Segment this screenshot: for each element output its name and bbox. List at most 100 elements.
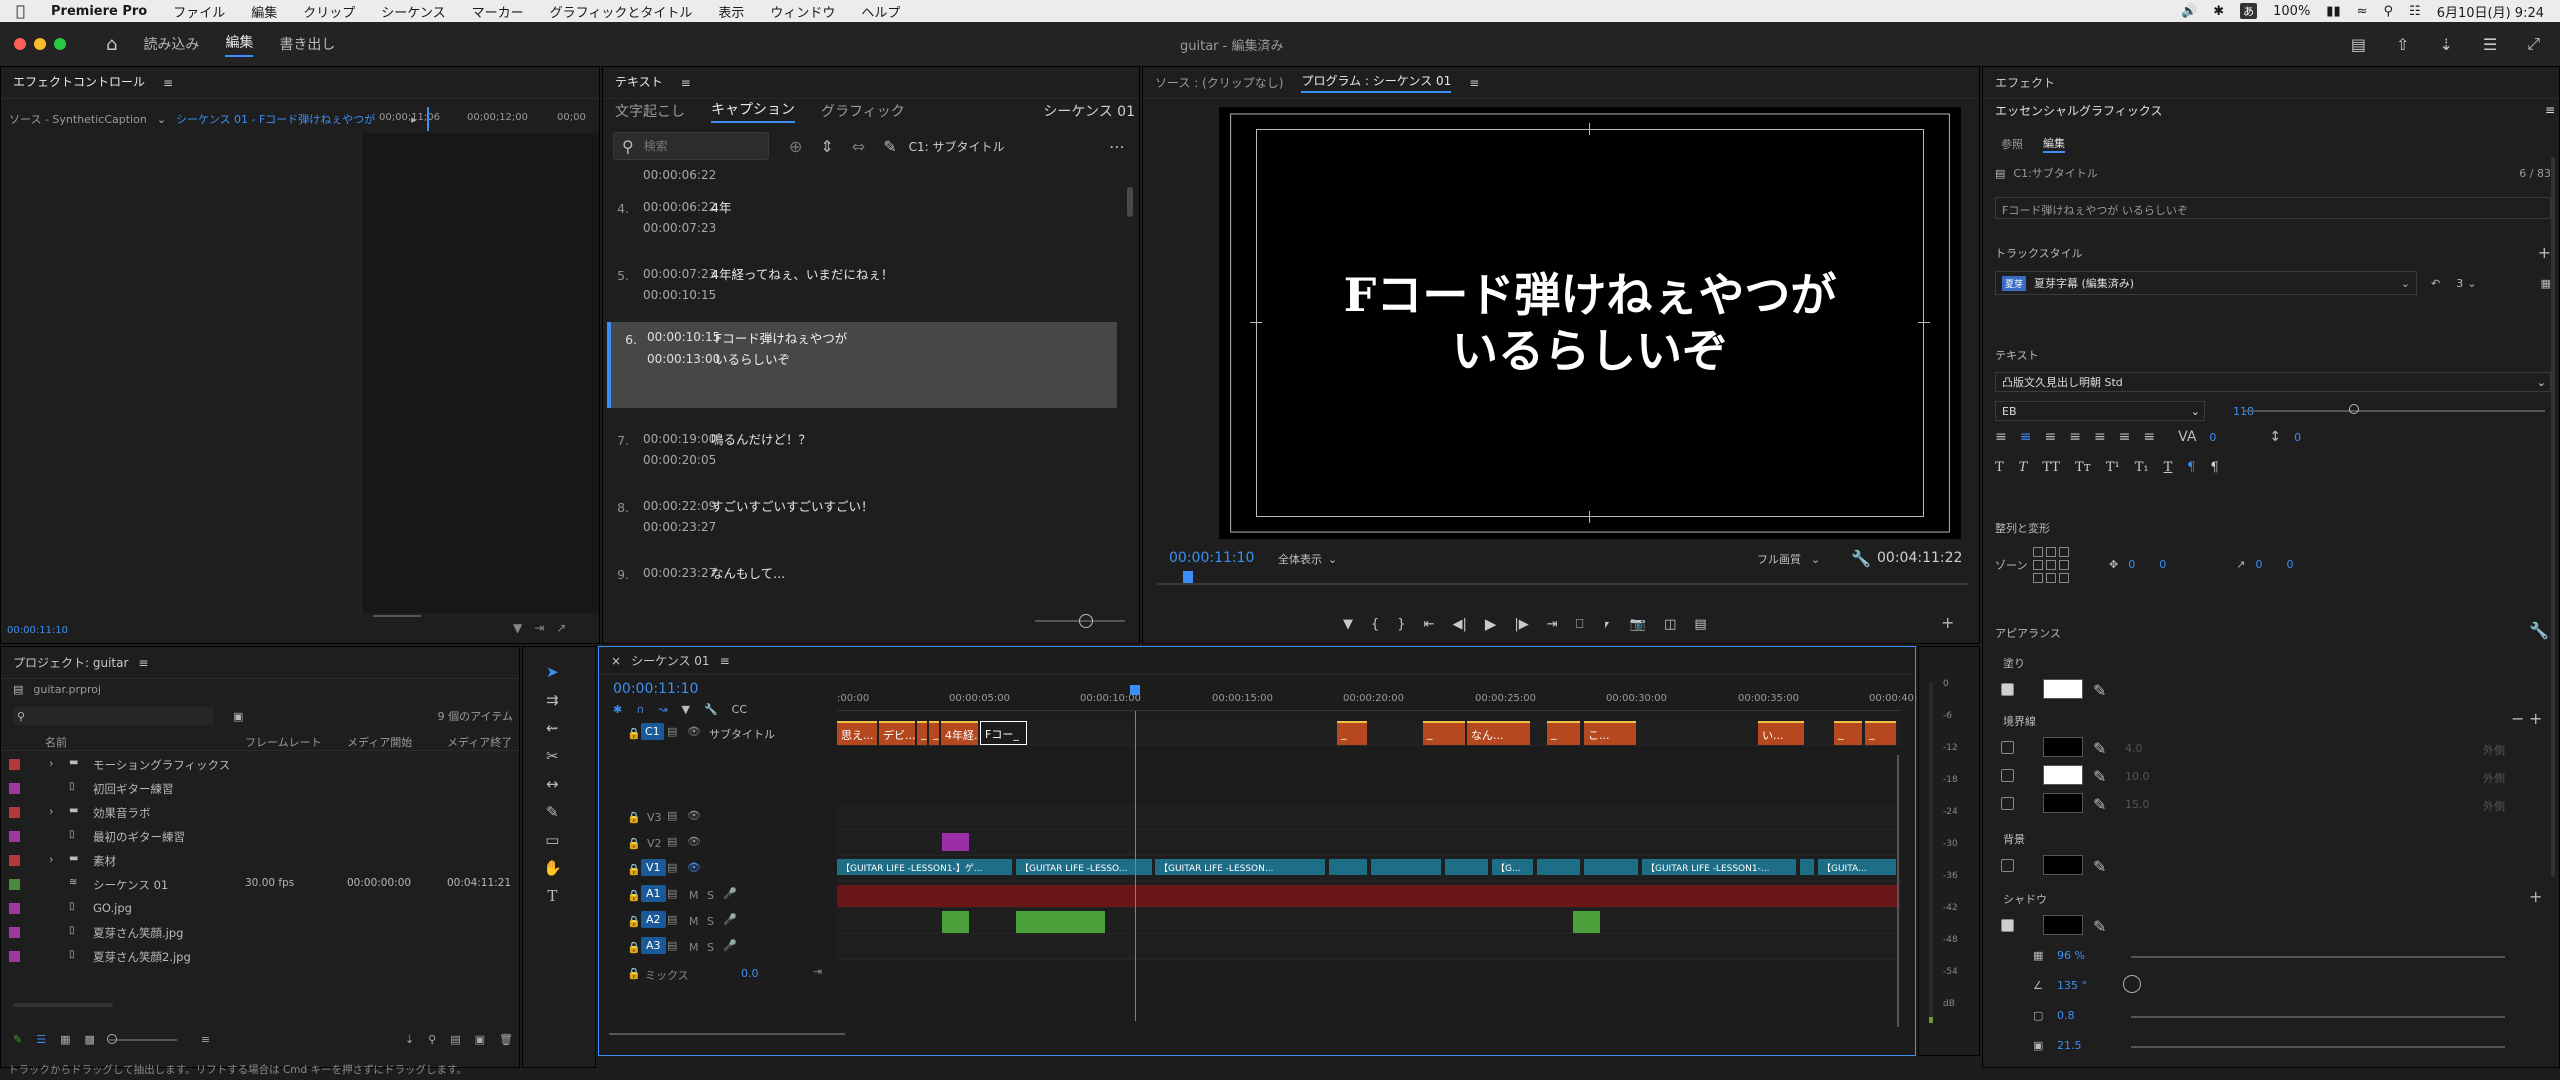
panel-menu-icon[interactable]: ≡ bbox=[138, 656, 148, 670]
label-color-swatch[interactable] bbox=[9, 759, 20, 770]
video-clip[interactable]: 【GUITA... bbox=[1818, 859, 1896, 875]
project-item[interactable]: ▯ 初回ギター練習 bbox=[1, 777, 519, 801]
eye-icon[interactable]: 👁 bbox=[687, 835, 701, 848]
panel-menu-icon[interactable]: ≡ bbox=[720, 654, 730, 668]
pen-tool-icon[interactable]: ✎ bbox=[546, 803, 559, 821]
video-clip[interactable]: 【GUITAR LIFE -LESSON1-... bbox=[1642, 859, 1796, 875]
shadow-checkbox[interactable] bbox=[2001, 919, 2014, 932]
audio-clip[interactable] bbox=[942, 911, 969, 933]
fill-checkbox[interactable] bbox=[2001, 683, 2014, 696]
add-shadow-icon[interactable]: + bbox=[2529, 887, 2542, 906]
shadow-size-slider[interactable] bbox=[2131, 1046, 2505, 1048]
multi-cam-icon[interactable]: ◫ bbox=[1664, 617, 1676, 632]
fit-dropdown[interactable]: 全体表示 ⌄ bbox=[1278, 551, 1337, 567]
label-color-swatch[interactable] bbox=[9, 855, 20, 866]
project-item[interactable]: ▯ 夏芽さん笑顔.jpg bbox=[1, 921, 519, 945]
pencil-icon[interactable]: ✎ bbox=[13, 1033, 22, 1046]
push-style-icon[interactable]: ↶ bbox=[2431, 277, 2440, 290]
expand-chevron-icon[interactable]: › bbox=[49, 852, 54, 866]
eyedropper-icon[interactable]: ✎ bbox=[2093, 857, 2106, 876]
mix-value[interactable]: 0.0 bbox=[741, 967, 759, 980]
panel-toggle-icon[interactable]: ▤ bbox=[2351, 35, 2366, 54]
thumb-size-slider[interactable] bbox=[106, 1033, 177, 1044]
menu-window[interactable]: ウィンドウ bbox=[770, 2, 835, 21]
stroke-checkbox-1[interactable] bbox=[2001, 741, 2014, 754]
video-clip[interactable]: 【GUITAR LIFE -LESSO... bbox=[1016, 859, 1152, 875]
appearance-wrench-icon[interactable]: 🔧 bbox=[2529, 621, 2549, 640]
project-item[interactable]: › ▬ モーショングラフィックス bbox=[1, 753, 519, 777]
menu-view[interactable]: 表示 bbox=[718, 2, 744, 21]
effect-controls-tab[interactable]: エフェクトコントロール bbox=[13, 73, 145, 92]
sequence-tab[interactable]: シーケンス 01 bbox=[631, 652, 710, 669]
caption-clip[interactable]: こ... bbox=[1584, 721, 1636, 745]
sync-icon[interactable]: ▤ bbox=[667, 887, 677, 900]
label-color-swatch[interactable] bbox=[9, 927, 20, 938]
shadow-size[interactable]: 21.5 bbox=[2057, 1039, 2082, 1052]
project-item-name[interactable]: モーショングラフィックス bbox=[93, 757, 230, 773]
zoom-window-button[interactable] bbox=[54, 38, 66, 50]
caption-row[interactable]: 9. 00:00:23:27 なんもして... bbox=[613, 563, 1113, 597]
project-item[interactable]: ▯ GO.jpg bbox=[1, 897, 519, 921]
label-color-swatch[interactable] bbox=[9, 807, 20, 818]
timeline-vscrollbar[interactable] bbox=[1897, 755, 1899, 1027]
justify-left-icon[interactable]: ≡ bbox=[2069, 429, 2081, 445]
sync-icon[interactable]: ▤ bbox=[667, 913, 677, 926]
project-item-name[interactable]: GO.jpg bbox=[93, 901, 132, 915]
linked-selection-icon[interactable]: ↝ bbox=[658, 703, 667, 716]
step-forward-icon[interactable]: |▶ bbox=[1514, 617, 1528, 632]
video-clip[interactable] bbox=[1329, 859, 1367, 875]
caption-clip[interactable]: _ bbox=[1865, 721, 1896, 745]
all-caps-icon[interactable]: TT bbox=[2042, 460, 2060, 475]
panel-menu-icon[interactable]: ≡ bbox=[1469, 76, 1479, 90]
compare-icon[interactable]: ▤ bbox=[1694, 617, 1706, 632]
grid-icon[interactable]: ▦ bbox=[2541, 277, 2551, 290]
tracking-value[interactable]: 0 bbox=[2209, 431, 2216, 444]
lock-icon[interactable]: 🔒 bbox=[627, 941, 641, 954]
project-item[interactable]: › ▬ 効果音ラボ bbox=[1, 801, 519, 825]
razor-tool-icon[interactable]: ✂ bbox=[546, 747, 559, 765]
label-color-swatch[interactable] bbox=[9, 783, 20, 794]
shadow-angle[interactable]: 135 ° bbox=[2057, 979, 2087, 992]
caption-row[interactable]: 7. 00:00:19:00 00:00:20:05 鳴るんだけど！？ bbox=[613, 429, 1113, 481]
program-timecode[interactable]: 00:00:11:10 bbox=[1169, 550, 1254, 566]
menu-marker[interactable]: マーカー bbox=[472, 2, 524, 21]
add-caption-icon[interactable]: ⊕ bbox=[789, 137, 802, 156]
menu-clip[interactable]: クリップ bbox=[303, 2, 355, 21]
apple-icon[interactable]:  bbox=[16, 2, 25, 20]
tab-captions[interactable]: キャプション bbox=[711, 99, 795, 123]
caption-text[interactable]: 鳴るんだけど！？ bbox=[711, 429, 811, 450]
minimize-window-button[interactable] bbox=[34, 38, 46, 50]
mute-button[interactable]: M bbox=[689, 915, 699, 928]
video-frame[interactable]: Fコード弾けねぇやつが いるらしいぞ bbox=[1219, 107, 1961, 539]
track-lane-v2[interactable] bbox=[837, 831, 1901, 856]
trash-icon[interactable]: 🗑 bbox=[499, 1033, 513, 1046]
scale-x[interactable]: 0 bbox=[2255, 558, 2262, 571]
solo-button[interactable]: S bbox=[707, 941, 714, 954]
go-to-out-icon[interactable]: ⇥ bbox=[1547, 617, 1558, 632]
add-track-style-icon[interactable]: + bbox=[2538, 243, 2551, 262]
add-stroke-icon[interactable]: + bbox=[2529, 709, 2542, 728]
layer-name[interactable]: C1:サブタイトル bbox=[2013, 165, 2097, 181]
project-item[interactable]: ▯ 最初のギター練習 bbox=[1, 825, 519, 849]
caption-text[interactable]: なんもして... bbox=[711, 563, 785, 584]
caption-clip[interactable]: 4年経... bbox=[941, 721, 978, 745]
video-clip[interactable] bbox=[1584, 859, 1638, 875]
align-center-icon[interactable]: ≡ bbox=[2020, 429, 2032, 445]
position-y[interactable]: 0 bbox=[2159, 558, 2166, 571]
stroke-checkbox-3[interactable] bbox=[2001, 797, 2014, 810]
text-panel-title[interactable]: テキスト bbox=[615, 73, 663, 92]
audio-clip[interactable] bbox=[1573, 911, 1600, 933]
timeline-ruler[interactable]: :00:00 00:00:05:00 00:00:10:00 00:00:15:00 0… bbox=[837, 681, 1930, 711]
stroke-position-2[interactable]: 外側 bbox=[2483, 770, 2505, 786]
faux-italic-icon[interactable]: T bbox=[2019, 460, 2028, 475]
shadow-color-swatch[interactable] bbox=[2043, 915, 2083, 935]
new-bin-icon[interactable]: ▤ bbox=[450, 1033, 460, 1046]
menu-help[interactable]: ヘルプ bbox=[861, 2, 900, 21]
bluetooth-icon[interactable]: ✱ bbox=[2213, 4, 2224, 19]
track-lane-v3[interactable] bbox=[837, 805, 1901, 830]
label-color-swatch[interactable] bbox=[9, 903, 20, 914]
chevron-down-icon[interactable]: ⌄ bbox=[2467, 277, 2476, 290]
mix-end-icon[interactable]: ⇥ bbox=[813, 965, 822, 978]
step-back-icon[interactable]: ◀| bbox=[1452, 617, 1466, 632]
export-frame-icon[interactable]: ⇥ bbox=[534, 621, 544, 635]
